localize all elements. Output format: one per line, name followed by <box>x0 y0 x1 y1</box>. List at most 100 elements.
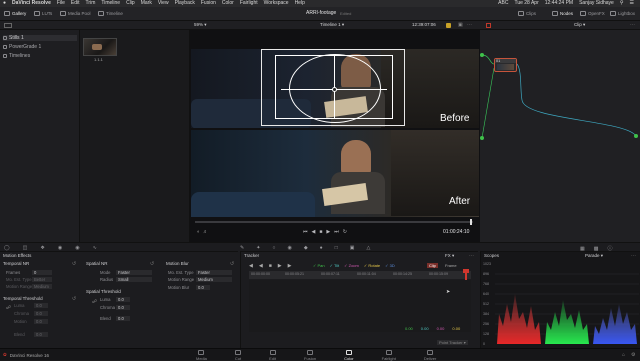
page-fusion[interactable]: Fusion <box>304 350 316 361</box>
timeline-dropdown[interactable]: Timeline 1 ▾ <box>320 22 344 28</box>
menu-mark[interactable]: Mark <box>141 0 152 7</box>
tracker-fx-mode[interactable]: FX ▾ <box>445 253 454 259</box>
mb-blur-value[interactable]: 0.0 <box>196 285 210 290</box>
highlight-icon[interactable] <box>446 23 451 28</box>
menu-clip[interactable]: Clip <box>126 0 135 7</box>
menu-fairlight[interactable]: Fairlight <box>240 0 258 7</box>
mb-est-dropdown[interactable]: Faster <box>196 270 232 275</box>
timeline-button[interactable]: Timeline <box>98 11 123 16</box>
media-pool-button[interactable]: Media Pool <box>60 11 91 16</box>
luma-value[interactable]: 0.0 <box>34 303 48 308</box>
input-source-label[interactable]: ABC <box>498 0 508 7</box>
source-alpha-dot[interactable] <box>480 136 484 140</box>
menu-trim[interactable]: Trim <box>86 0 96 7</box>
spatial-reset-icon[interactable]: ↺ <box>150 261 154 267</box>
output-dot[interactable] <box>634 134 638 138</box>
zoom-toggle[interactable]: ✓ Zoom <box>344 263 359 268</box>
gallery-button[interactable]: Gallery <box>4 11 26 16</box>
zoom-dropdown[interactable]: 59% ▾ <box>194 22 207 28</box>
page-fairlight[interactable]: Fairlight <box>382 350 396 361</box>
tracker-graph[interactable] <box>249 280 471 332</box>
audio-icon[interactable]: ♬ <box>203 229 208 235</box>
viewer-scrubber[interactable] <box>195 221 473 223</box>
mo-est-dropdown[interactable]: Better <box>32 277 52 282</box>
motion-range-dropdown[interactable]: Medium <box>32 284 52 289</box>
scope-mode-dropdown[interactable]: Parade ▾ <box>585 253 603 259</box>
window-center-handle[interactable] <box>332 87 337 92</box>
scrubber-playhead[interactable] <box>470 219 472 225</box>
last-frame-icon[interactable]: ⏭ <box>334 229 339 235</box>
pan-toggle[interactable]: ✓ Pan <box>313 263 325 268</box>
3d-toggle[interactable]: ✓ 3D <box>385 263 395 268</box>
apple-icon[interactable]: ● <box>3 0 6 7</box>
reverse-play-icon[interactable]: ◀ <box>312 229 316 235</box>
play-icon[interactable]: ▶ <box>326 229 330 235</box>
menu-timeline[interactable]: Timeline <box>101 0 120 7</box>
node-view-icon[interactable] <box>486 23 491 28</box>
search-icon[interactable]: ⚲ <box>620 0 624 7</box>
loop-icon[interactable]: ↻ <box>343 229 347 235</box>
more-options-icon[interactable]: ⋯ <box>467 22 472 28</box>
node-01[interactable]: 01 <box>494 58 517 72</box>
link-icon[interactable]: ☍ <box>6 305 11 311</box>
point-tracker-dropdown[interactable]: Point Tracker ▾ <box>437 340 468 345</box>
track-forward-icon[interactable]: ▶ <box>278 263 282 269</box>
lightbox-button[interactable]: Lightbox <box>610 11 635 16</box>
after-frame[interactable]: After ◐ ♬ ⏮ ◀ ■ ▶ ⏭ ↻ 01:00:24:10 <box>191 130 479 242</box>
threshold-reset-icon[interactable]: ↺ <box>72 296 76 302</box>
before-frame[interactable]: Before <box>191 49 479 128</box>
wipe-mode-icon[interactable]: ◐ <box>197 229 200 235</box>
scopes-options-icon[interactable]: ⋯ <box>631 253 636 259</box>
tilt-toggle[interactable]: ✓ Tilt <box>330 263 340 268</box>
menu-file[interactable]: File <box>57 0 65 7</box>
album-timelines[interactable]: Timelines <box>3 53 30 59</box>
menu-edit[interactable]: Edit <box>71 0 80 7</box>
settings-icon[interactable]: ⚙ <box>631 352 635 358</box>
track-forward-frame-icon[interactable]: ▶ <box>288 263 292 269</box>
panel-toggle-icon[interactable] <box>4 23 12 28</box>
temporal-reset-icon[interactable]: ↺ <box>72 261 76 267</box>
luts-button[interactable]: LUTs <box>34 11 52 16</box>
track-reverse-frame-icon[interactable]: ◀ <box>249 263 253 269</box>
stop-icon[interactable]: ■ <box>319 229 322 235</box>
user-name[interactable]: Sanjay Sidhaye <box>579 0 614 7</box>
wipe-icon[interactable]: ▣ <box>458 22 463 28</box>
mb-range-dropdown[interactable]: Medium <box>196 277 232 282</box>
album-stills[interactable]: Stills 1 <box>3 35 77 41</box>
tracker-playhead-handle[interactable] <box>463 269 469 273</box>
page-color[interactable]: Color <box>344 350 354 361</box>
menu-color[interactable]: Color <box>222 0 234 7</box>
motion-value[interactable]: 0.0 <box>34 319 48 324</box>
home-icon[interactable]: ⌂ <box>622 352 625 358</box>
menu-workspace[interactable]: Workspace <box>264 0 289 7</box>
page-edit[interactable]: Edit <box>269 350 276 361</box>
first-frame-icon[interactable]: ⏮ <box>303 229 308 235</box>
album-powergrade[interactable]: PowerGrade 1 <box>3 44 41 50</box>
spatial-link-icon[interactable]: ☍ <box>92 299 97 305</box>
clips-button[interactable]: Clips <box>518 11 536 16</box>
menu-help[interactable]: Help <box>295 0 305 7</box>
nodes-options-icon[interactable]: ⋯ <box>630 22 635 28</box>
still-thumbnail[interactable] <box>83 38 117 56</box>
spatial-chroma-value[interactable]: 0.0 <box>116 305 130 310</box>
menu-view[interactable]: View <box>158 0 169 7</box>
tracker-options-icon[interactable]: ⋯ <box>469 253 474 259</box>
rotate-toggle[interactable]: ✓ Rotate <box>364 263 380 268</box>
tracker-ruler[interactable]: 00:00:00:00 00:00:05:21 00:00:07:11 00:0… <box>249 271 471 279</box>
frames-dropdown[interactable]: 0 <box>32 270 52 275</box>
clip-mode-button[interactable]: Clip <box>427 263 438 268</box>
frame-mode-button[interactable]: Frame <box>445 263 457 268</box>
app-menu[interactable]: DaVinci Resolve <box>12 0 51 7</box>
mode-dropdown[interactable]: Faster <box>116 270 152 275</box>
source-input-dot[interactable] <box>480 53 484 57</box>
page-media[interactable]: Media <box>196 350 207 361</box>
menu-playback[interactable]: Playback <box>175 0 195 7</box>
chroma-value[interactable]: 0.0 <box>34 311 48 316</box>
blend-value[interactable]: 0.0 <box>34 332 48 337</box>
openfx-button[interactable]: OpenFX <box>580 11 605 16</box>
track-stop-icon[interactable]: ■ <box>269 263 272 269</box>
nodes-button[interactable]: Nodes <box>552 11 573 16</box>
spatial-luma-value[interactable]: 0.0 <box>116 297 130 302</box>
menu-list-icon[interactable]: ☰ <box>630 0 634 7</box>
page-cut[interactable]: Cut <box>235 350 241 361</box>
